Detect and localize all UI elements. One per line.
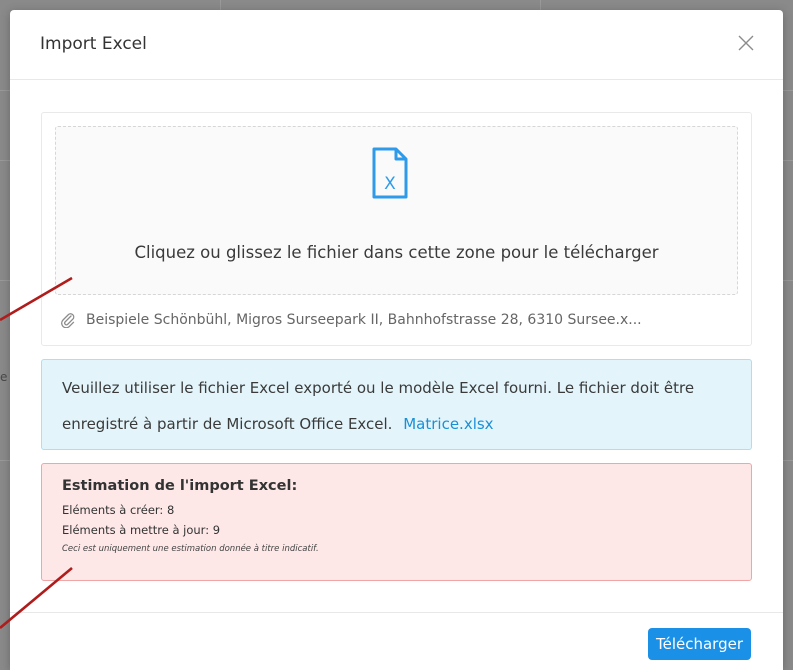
import-excel-modal: Import Excel X Cliquez ou glissez le fic…	[10, 10, 783, 670]
close-icon	[738, 35, 754, 51]
info-alert: Veuillez utiliser le fichier Excel expor…	[41, 359, 752, 450]
file-icon-letter: X	[384, 174, 396, 194]
estimate-note: Ceci est uniquement une estimation donné…	[62, 544, 319, 554]
info-text: Veuillez utiliser le fichier Excel expor…	[62, 379, 695, 433]
background-text: e	[0, 370, 8, 384]
dropzone-text: Cliquez ou glissez le fichier dans cette…	[134, 243, 659, 262]
estimate-title: Estimation de l'import Excel:	[62, 478, 298, 494]
uploaded-file-name: Beispiele Schönbühl, Migros Surseepark I…	[86, 312, 642, 328]
upload-area: X Cliquez ou glissez le fichier dans cet…	[41, 112, 752, 346]
estimate-create-count: Eléments à créer: 8	[62, 503, 175, 517]
modal-footer: Télécharger	[10, 612, 783, 670]
template-link[interactable]: Matrice.xlsx	[403, 415, 493, 433]
modal-title: Import Excel	[40, 34, 147, 54]
close-button[interactable]	[735, 32, 757, 54]
estimate-alert: Estimation de l'import Excel: Eléments à…	[41, 463, 752, 581]
paperclip-icon	[61, 313, 75, 328]
modal-header: Import Excel	[10, 10, 783, 80]
uploaded-file-item[interactable]: Beispiele Schönbühl, Migros Surseepark I…	[60, 309, 741, 331]
excel-file-icon: X	[372, 147, 408, 199]
estimate-update-count: Eléments à mettre à jour: 9	[62, 523, 221, 537]
upload-button[interactable]: Télécharger	[647, 628, 751, 660]
file-dropzone[interactable]: X Cliquez ou glissez le fichier dans cet…	[55, 126, 738, 295]
